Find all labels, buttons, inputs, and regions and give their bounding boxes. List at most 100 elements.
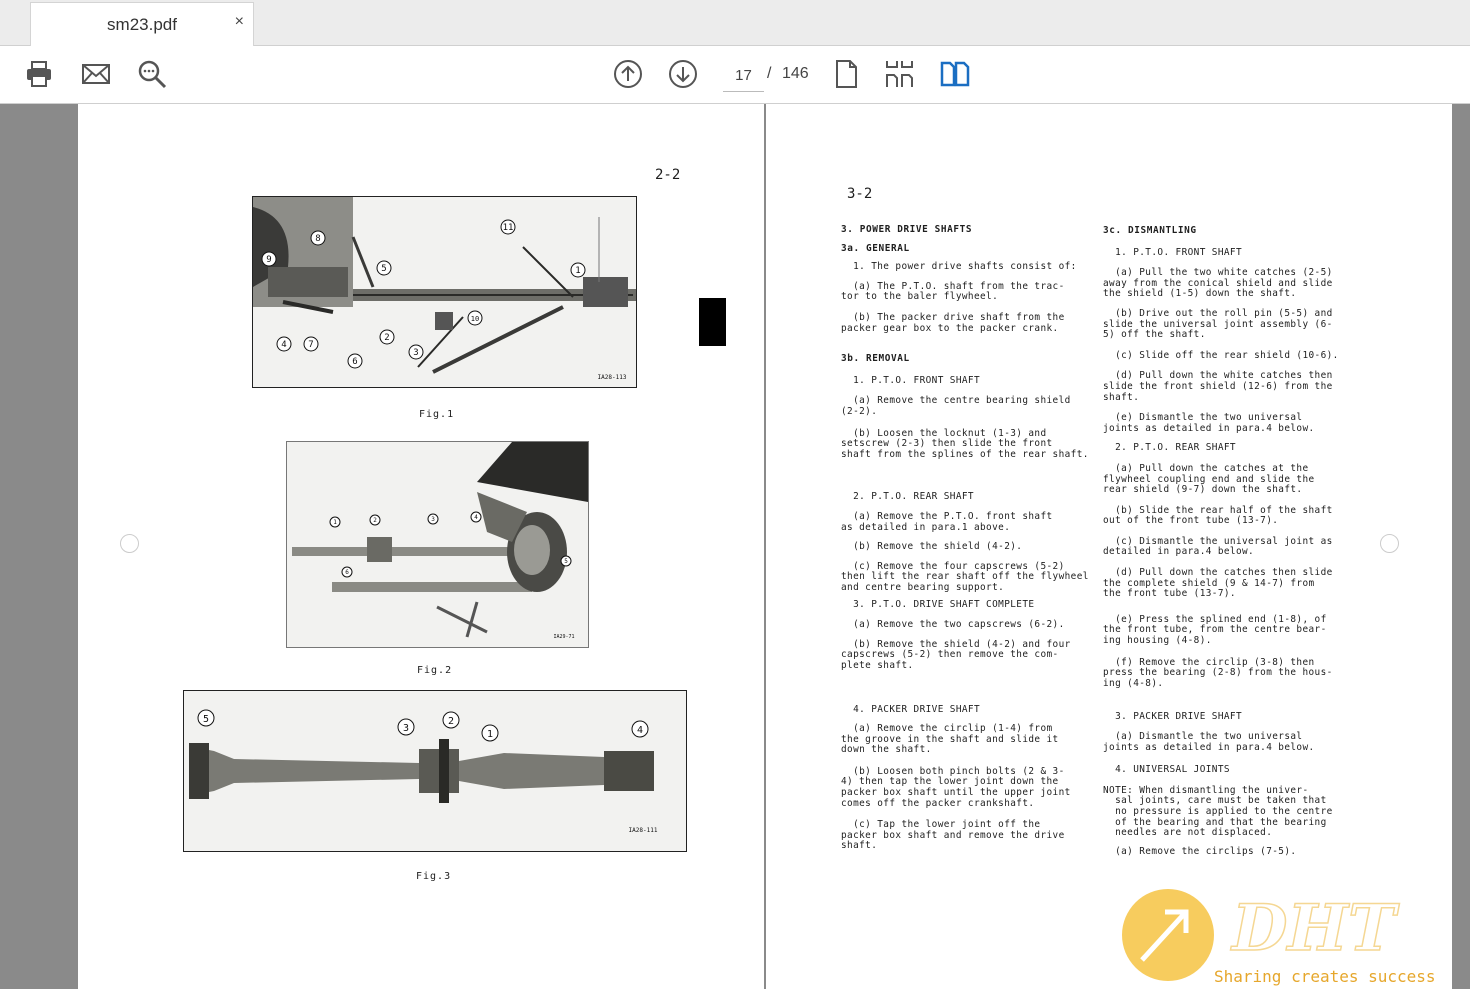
watermark-logo: DHT: [1230, 891, 1400, 966]
svg-text:5: 5: [381, 264, 386, 274]
callout-1: 1: [570, 262, 586, 278]
svg-text:8: 8: [315, 234, 320, 244]
svg-text:7: 7: [308, 340, 313, 350]
callout-5: 5: [560, 555, 572, 567]
paragraph: (c) Slide off the rear shield (10-6).: [1103, 349, 1339, 361]
paragraph: 1. The power drive shafts consist of:: [841, 261, 1077, 273]
callout-2: 2: [379, 329, 395, 345]
paragraph: (b) Drive out the roll pin (5-5) and sli…: [1103, 307, 1333, 341]
svg-text:6: 6: [352, 357, 357, 367]
toolbar: / 146: [0, 46, 1470, 104]
dht-watermark: DHT Sharing creates success: [1122, 889, 1436, 986]
callout-2: 2: [442, 711, 460, 729]
paragraph: 2. P.T.O. REAR SHAFT: [841, 491, 974, 503]
pdf-page-left: 2-2 11 8 9 5 1 4 7 6 2 3 10 IA28-113 Fig…: [78, 104, 764, 989]
figure-1-caption: Fig.1: [419, 409, 455, 420]
text-column-2: 3c. DISMANTLING 1. P.T.O. FRONT SHAFT (a…: [1103, 225, 1348, 857]
paragraph: (d) Pull down the catches then slide the…: [1103, 567, 1333, 600]
paragraph: (b) Loosen the locknut (1-3) and setscre…: [841, 427, 1089, 460]
callout-4: 4: [631, 720, 649, 738]
callout-1: 1: [329, 516, 341, 528]
pdf-page-right: 3-2 3. POWER DRIVE SHAFTS 3a. GENERAL 1. …: [766, 104, 1452, 989]
previous-page-icon[interactable]: [612, 58, 644, 90]
page-number-right: 3-2: [847, 186, 873, 202]
callout-2: 2: [369, 514, 381, 526]
svg-text:2: 2: [448, 716, 454, 727]
svg-text:2: 2: [384, 333, 389, 343]
callout-3: 3: [427, 513, 439, 525]
svg-text:4: 4: [281, 340, 286, 350]
figure-2-callouts: 1 2 3 4 5 6 IA29-71: [329, 511, 575, 640]
punch-hole-left: [120, 534, 139, 553]
print-icon[interactable]: [23, 58, 55, 90]
figure-2-caption: Fig.2: [417, 665, 453, 676]
next-page-icon[interactable]: [667, 58, 699, 90]
paragraph: (d) Pull down the white catches then sli…: [1103, 370, 1333, 403]
callout-11: 11: [500, 219, 516, 235]
paragraph: 4. UNIVERSAL JOINTS: [1103, 764, 1230, 776]
section-heading: 3. POWER DRIVE SHAFTS: [841, 224, 973, 235]
paragraph: (b) The packer drive shaft from the pack…: [841, 311, 1065, 334]
svg-text:6: 6: [345, 569, 349, 576]
callout-9: 9: [261, 251, 277, 267]
svg-text:10: 10: [471, 315, 479, 323]
svg-text:9: 9: [266, 255, 271, 265]
watermark-tagline: Sharing creates success: [1214, 967, 1436, 986]
svg-text:5: 5: [564, 558, 568, 565]
paragraph: (a) Remove the circlip (1-4) from the gr…: [841, 723, 1059, 756]
document-tab[interactable]: sm23.pdf ×: [30, 2, 254, 46]
callout-4: 4: [470, 511, 482, 523]
section-heading: 3c. DISMANTLING: [1103, 225, 1197, 236]
paragraph: 3. P.T.O. DRIVE SHAFT COMPLETE: [841, 599, 1035, 611]
paragraph: (a) Pull down the catches at the flywhee…: [1103, 462, 1315, 496]
paragraph: (b) Remove the shield (4-2).: [841, 541, 1023, 553]
callout-10: 10: [467, 310, 483, 326]
section-heading: 3b. REMOVAL: [841, 353, 910, 365]
punch-hole-right: [1380, 534, 1399, 553]
paragraph: 2. P.T.O. REAR SHAFT: [1103, 442, 1236, 454]
single-page-view-icon[interactable]: [830, 58, 862, 90]
svg-text:4: 4: [474, 514, 478, 521]
page-total: 146: [782, 65, 809, 82]
figure-2-ref: IA29-71: [553, 634, 574, 640]
paragraph: (c) Remove the four capscrews (5-2) then…: [841, 560, 1089, 593]
paragraph: (f) Remove the circlip (3-8) then press …: [1103, 656, 1333, 689]
callout-6: 6: [347, 353, 363, 369]
figure-3-caption: Fig.3: [416, 871, 452, 882]
paragraph: 1. P.T.O. FRONT SHAFT: [1103, 246, 1243, 258]
two-page-view-icon[interactable]: [939, 58, 971, 90]
callout-5: 5: [197, 709, 215, 727]
paragraph: 3. PACKER DRIVE SHAFT: [1103, 711, 1243, 723]
callout-3: 3: [397, 718, 415, 736]
tab-title: sm23.pdf: [107, 15, 177, 34]
page-number-input[interactable]: [723, 59, 764, 92]
svg-text:1: 1: [333, 519, 337, 526]
paragraph: (a) Dismantle the two universal joints a…: [1103, 731, 1315, 753]
svg-text:5: 5: [203, 714, 209, 725]
paragraph: (e) Dismantle the two universal joints a…: [1103, 412, 1315, 434]
page-separator: /: [767, 65, 772, 82]
svg-text:3: 3: [413, 348, 418, 358]
paragraph: (b) Loosen both pinch bolts (2 & 3- 4) t…: [841, 765, 1071, 809]
svg-text:1: 1: [487, 729, 493, 740]
paragraph: (a) Remove the circlips (7-5).: [1103, 845, 1297, 857]
figure-1-ref: IA28-113: [598, 374, 627, 381]
zoom-search-icon[interactable]: [136, 58, 168, 90]
paragraph: (a) Remove the centre bearing shield (2-…: [841, 395, 1071, 417]
callout-6: 6: [341, 566, 353, 578]
paragraph: (c) Tap the lower joint off the packer b…: [841, 819, 1065, 852]
two-page-scroll-icon[interactable]: [884, 58, 916, 90]
figure-1-callouts: 11 8 9 5 1 4 7 6 2 3 10 IA28-113: [261, 219, 627, 381]
section-tab-marker: [699, 298, 726, 346]
section-heading: 3a. GENERAL: [841, 242, 910, 254]
tab-close-icon[interactable]: ×: [235, 13, 244, 31]
paragraph: (e) Press the splined end (1-8), of the …: [1103, 613, 1327, 647]
svg-text:3: 3: [431, 516, 435, 523]
email-icon[interactable]: [80, 58, 112, 90]
paragraph: (a) Pull the two white catches (2-5) awa…: [1103, 267, 1333, 300]
svg-text:1: 1: [575, 266, 580, 276]
svg-text:2: 2: [373, 517, 377, 524]
callout-3: 3: [408, 344, 424, 360]
callout-5: 5: [376, 260, 392, 276]
paragraph: (c) Dismantle the universal joint as det…: [1103, 535, 1333, 558]
